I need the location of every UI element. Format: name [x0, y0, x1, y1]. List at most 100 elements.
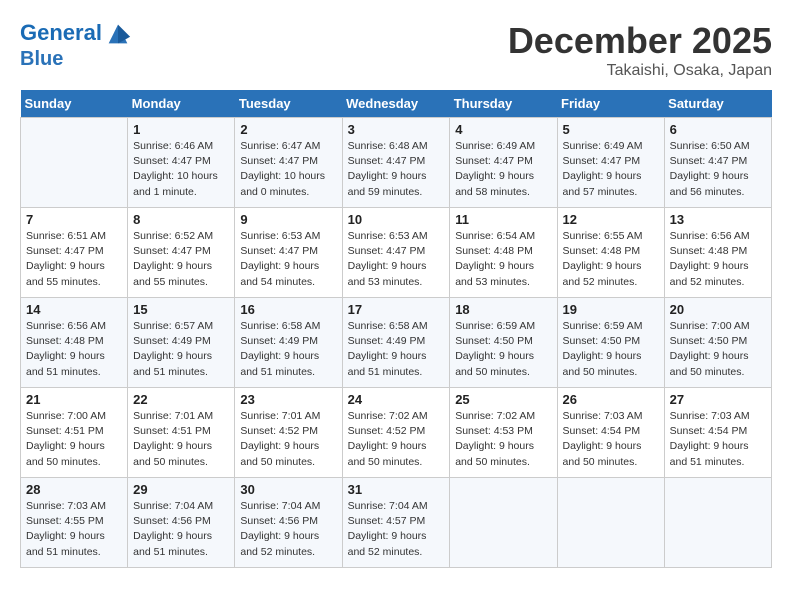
title-block: December 2025 Takaishi, Osaka, Japan — [508, 20, 772, 80]
calendar-cell: 31 Sunrise: 7:04 AM Sunset: 4:57 PM Dayli… — [342, 478, 450, 568]
day-info: Sunrise: 6:49 AM Sunset: 4:47 PM Dayligh… — [563, 139, 659, 200]
day-info: Sunrise: 6:50 AM Sunset: 4:47 PM Dayligh… — [670, 139, 766, 200]
day-of-week-header: Tuesday — [235, 90, 342, 118]
calendar-cell: 7 Sunrise: 6:51 AM Sunset: 4:47 PM Daylig… — [21, 208, 128, 298]
day-number: 1 — [133, 122, 229, 137]
day-number: 27 — [670, 392, 766, 407]
calendar-cell: 16 Sunrise: 6:58 AM Sunset: 4:49 PM Dayli… — [235, 298, 342, 388]
day-number: 3 — [348, 122, 445, 137]
calendar-cell: 15Sunrise: 6:57 AM Sunset: 4:49 PM Dayli… — [128, 298, 235, 388]
calendar-cell: 12 Sunrise: 6:55 AM Sunset: 4:48 PM Dayli… — [557, 208, 664, 298]
calendar-cell: 4 Sunrise: 6:49 AM Sunset: 4:47 PM Daylig… — [450, 118, 557, 208]
calendar-cell: 21Sunrise: 7:00 AM Sunset: 4:51 PM Dayli… — [21, 388, 128, 478]
day-info: Sunrise: 7:03 AM Sunset: 4:54 PM Dayligh… — [670, 409, 766, 470]
calendar-body: 1 Sunrise: 6:46 AM Sunset: 4:47 PM Daylig… — [21, 118, 772, 568]
day-info: Sunrise: 6:53 AM Sunset: 4:47 PM Dayligh… — [240, 229, 336, 290]
calendar-cell: 30 Sunrise: 7:04 AM Sunset: 4:56 PM Dayli… — [235, 478, 342, 568]
calendar-cell: 19Sunrise: 6:59 AM Sunset: 4:50 PM Dayli… — [557, 298, 664, 388]
day-number: 17 — [348, 302, 445, 317]
day-info: Sunrise: 7:00 AM Sunset: 4:51 PM Dayligh… — [26, 409, 122, 470]
day-number: 28 — [26, 482, 122, 497]
day-of-week-header: Friday — [557, 90, 664, 118]
calendar-week-row: 7 Sunrise: 6:51 AM Sunset: 4:47 PM Daylig… — [21, 208, 772, 298]
calendar-cell: 9 Sunrise: 6:53 AM Sunset: 4:47 PM Daylig… — [235, 208, 342, 298]
day-of-week-header: Sunday — [21, 90, 128, 118]
day-info: Sunrise: 7:04 AM Sunset: 4:56 PM Dayligh… — [240, 499, 336, 560]
day-number: 25 — [455, 392, 551, 407]
day-info: Sunrise: 6:48 AM Sunset: 4:47 PM Dayligh… — [348, 139, 445, 200]
logo: General Blue — [20, 20, 134, 70]
day-of-week-header: Monday — [128, 90, 235, 118]
day-info: Sunrise: 7:02 AM Sunset: 4:52 PM Dayligh… — [348, 409, 445, 470]
calendar-cell: 22 Sunrise: 7:01 AM Sunset: 4:51 PM Dayli… — [128, 388, 235, 478]
day-number: 12 — [563, 212, 659, 227]
day-info: Sunrise: 6:59 AM Sunset: 4:50 PM Dayligh… — [455, 319, 551, 380]
calendar-cell — [21, 118, 128, 208]
day-info: Sunrise: 6:47 AM Sunset: 4:47 PM Dayligh… — [240, 139, 336, 200]
day-number: 11 — [455, 212, 551, 227]
calendar-week-row: 14Sunrise: 6:56 AM Sunset: 4:48 PM Dayli… — [21, 298, 772, 388]
day-number: 22 — [133, 392, 229, 407]
day-number: 29 — [133, 482, 229, 497]
day-info: Sunrise: 7:00 AM Sunset: 4:50 PM Dayligh… — [670, 319, 766, 380]
calendar-cell — [450, 478, 557, 568]
day-info: Sunrise: 6:53 AM Sunset: 4:47 PM Dayligh… — [348, 229, 445, 290]
calendar-cell: 23 Sunrise: 7:01 AM Sunset: 4:52 PM Dayli… — [235, 388, 342, 478]
day-info: Sunrise: 7:03 AM Sunset: 4:54 PM Dayligh… — [563, 409, 659, 470]
calendar-cell: 11Sunrise: 6:54 AM Sunset: 4:48 PM Dayli… — [450, 208, 557, 298]
calendar-cell: 26 Sunrise: 7:03 AM Sunset: 4:54 PM Dayli… — [557, 388, 664, 478]
day-info: Sunrise: 6:52 AM Sunset: 4:47 PM Dayligh… — [133, 229, 229, 290]
day-info: Sunrise: 7:04 AM Sunset: 4:57 PM Dayligh… — [348, 499, 445, 560]
day-info: Sunrise: 7:01 AM Sunset: 4:51 PM Dayligh… — [133, 409, 229, 470]
day-info: Sunrise: 7:03 AM Sunset: 4:55 PM Dayligh… — [26, 499, 122, 560]
calendar-cell: 20 Sunrise: 7:00 AM Sunset: 4:50 PM Dayli… — [664, 298, 771, 388]
day-number: 30 — [240, 482, 336, 497]
day-number: 13 — [670, 212, 766, 227]
logo-text: General — [20, 20, 134, 48]
calendar-cell: 13Sunrise: 6:56 AM Sunset: 4:48 PM Dayli… — [664, 208, 771, 298]
day-info: Sunrise: 7:01 AM Sunset: 4:52 PM Dayligh… — [240, 409, 336, 470]
day-number: 16 — [240, 302, 336, 317]
day-number: 18 — [455, 302, 551, 317]
calendar-cell: 8 Sunrise: 6:52 AM Sunset: 4:47 PM Daylig… — [128, 208, 235, 298]
day-number: 20 — [670, 302, 766, 317]
day-info: Sunrise: 6:46 AM Sunset: 4:47 PM Dayligh… — [133, 139, 229, 200]
day-number: 15 — [133, 302, 229, 317]
day-number: 8 — [133, 212, 229, 227]
calendar-cell: 14Sunrise: 6:56 AM Sunset: 4:48 PM Dayli… — [21, 298, 128, 388]
day-number: 7 — [26, 212, 122, 227]
calendar-cell: 6 Sunrise: 6:50 AM Sunset: 4:47 PM Daylig… — [664, 118, 771, 208]
calendar-cell: 5 Sunrise: 6:49 AM Sunset: 4:47 PM Daylig… — [557, 118, 664, 208]
calendar-cell: 17Sunrise: 6:58 AM Sunset: 4:49 PM Dayli… — [342, 298, 450, 388]
day-info: Sunrise: 6:58 AM Sunset: 4:49 PM Dayligh… — [240, 319, 336, 380]
calendar-cell: 28 Sunrise: 7:03 AM Sunset: 4:55 PM Dayli… — [21, 478, 128, 568]
day-info: Sunrise: 6:55 AM Sunset: 4:48 PM Dayligh… — [563, 229, 659, 290]
day-of-week-header: Saturday — [664, 90, 771, 118]
calendar-cell — [664, 478, 771, 568]
calendar-table: SundayMondayTuesdayWednesdayThursdayFrid… — [20, 90, 772, 568]
day-number: 23 — [240, 392, 336, 407]
day-info: Sunrise: 6:49 AM Sunset: 4:47 PM Dayligh… — [455, 139, 551, 200]
day-of-week-header: Thursday — [450, 90, 557, 118]
day-info: Sunrise: 6:51 AM Sunset: 4:47 PM Dayligh… — [26, 229, 122, 290]
day-info: Sunrise: 6:56 AM Sunset: 4:48 PM Dayligh… — [26, 319, 122, 380]
calendar-cell: 2Sunrise: 6:47 AM Sunset: 4:47 PM Daylig… — [235, 118, 342, 208]
day-number: 9 — [240, 212, 336, 227]
page-header: General Blue December 2025 Takaishi, Osa… — [20, 20, 772, 80]
calendar-cell: 10Sunrise: 6:53 AM Sunset: 4:47 PM Dayli… — [342, 208, 450, 298]
day-number: 31 — [348, 482, 445, 497]
day-number: 5 — [563, 122, 659, 137]
day-info: Sunrise: 7:04 AM Sunset: 4:56 PM Dayligh… — [133, 499, 229, 560]
calendar-header-row: SundayMondayTuesdayWednesdayThursdayFrid… — [21, 90, 772, 118]
month-title: December 2025 — [508, 20, 772, 62]
day-info: Sunrise: 7:02 AM Sunset: 4:53 PM Dayligh… — [455, 409, 551, 470]
day-number: 24 — [348, 392, 445, 407]
day-number: 4 — [455, 122, 551, 137]
calendar-cell: 29 Sunrise: 7:04 AM Sunset: 4:56 PM Dayli… — [128, 478, 235, 568]
day-number: 6 — [670, 122, 766, 137]
calendar-cell: 25 Sunrise: 7:02 AM Sunset: 4:53 PM Dayli… — [450, 388, 557, 478]
calendar-week-row: 1 Sunrise: 6:46 AM Sunset: 4:47 PM Daylig… — [21, 118, 772, 208]
day-number: 26 — [563, 392, 659, 407]
calendar-cell: 1 Sunrise: 6:46 AM Sunset: 4:47 PM Daylig… — [128, 118, 235, 208]
day-number: 19 — [563, 302, 659, 317]
